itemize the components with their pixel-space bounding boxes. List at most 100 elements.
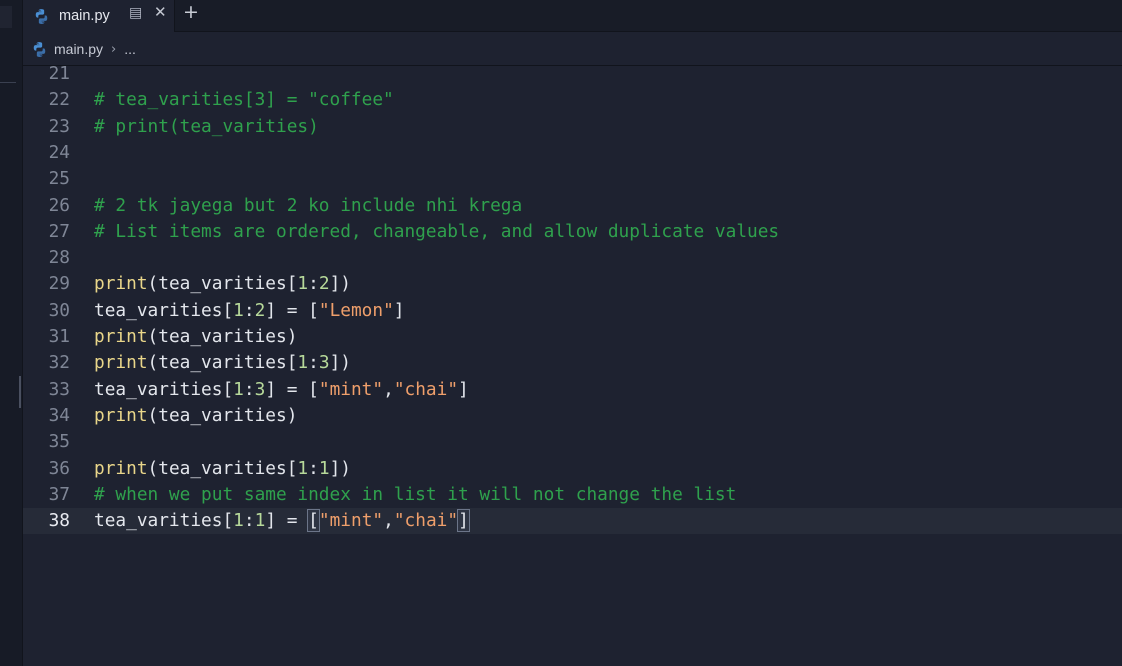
string-token: "Lemon" (318, 299, 394, 321)
code-text: # List items are ordered, changeable, an… (94, 219, 779, 245)
code-line[interactable]: 24 (23, 140, 1122, 166)
comment-token: # 2 tk jayega but 2 ko include nhi krega (94, 194, 523, 216)
python-icon (33, 41, 46, 57)
line-number: 25 (48, 168, 70, 190)
line-number: 35 (48, 431, 70, 453)
matched-bracket: ] (457, 509, 470, 533)
line-number: 29 (48, 273, 70, 295)
tab-main-py[interactable]: main.py ▤ ✕ (23, 0, 175, 32)
comment-token: # print(tea_varities) (94, 115, 319, 137)
code-line[interactable]: 31 print(tea_varities) (23, 324, 1122, 350)
code-token: ] = [ (265, 299, 319, 321)
code-token: ] (393, 299, 405, 321)
close-icon[interactable]: ✕ (154, 3, 167, 21)
code-token: : (308, 273, 319, 295)
code-text: print(tea_varities[1:3]) (94, 350, 351, 376)
line-number: 21 (48, 63, 70, 84)
python-icon (35, 8, 48, 24)
function-token: print (94, 457, 148, 479)
code-line[interactable]: 22 # tea_varities[3] = "coffee" (23, 87, 1122, 113)
number-token: 1 (297, 352, 309, 374)
number-token: 1 (233, 378, 244, 400)
code-editor[interactable]: 21 22 # tea_varities[3] = "coffee" 23 # prin… (23, 61, 1122, 666)
code-text: print(tea_varities) (94, 324, 297, 350)
preview-icon[interactable]: ▤ (129, 5, 142, 21)
number-token: 3 (318, 352, 330, 374)
code-token: (tea_varities[ (147, 352, 298, 374)
comment-token: # tea_varities[3] = "coffee" (94, 89, 394, 111)
code-line[interactable]: 30 tea_varities[1:2] = ["Lemon"] (23, 298, 1122, 324)
code-text: tea_varities[1:1] = ["mint","chai"] (94, 508, 470, 534)
code-line[interactable]: 35 (23, 429, 1122, 455)
code-token: : (243, 378, 255, 400)
breadcrumb-more[interactable]: ... (124, 41, 136, 57)
line-number: 26 (48, 194, 70, 216)
number-token: 3 (254, 378, 266, 400)
line-number: 36 (48, 457, 70, 479)
code-line[interactable]: 27 # List items are ordered, changeable, … (23, 219, 1122, 245)
string-token: "mint" (318, 378, 384, 400)
function-token: print (94, 273, 148, 295)
number-token: 1 (318, 457, 330, 479)
code-line[interactable]: 23 # print(tea_varities) (23, 114, 1122, 140)
code-token: (tea_varities) (147, 326, 298, 347)
new-tab-icon[interactable]: + (183, 1, 199, 23)
code-token: : (243, 299, 255, 321)
line-number: 37 (48, 483, 70, 505)
code-token: (tea_varities) (147, 404, 298, 426)
code-token: (tea_varities[ (147, 273, 298, 295)
code-text: # when we put same index in list it will… (94, 482, 736, 508)
number-token: 1 (254, 510, 266, 532)
sash-handle[interactable] (19, 376, 21, 408)
code-text: print(tea_varities) (94, 403, 297, 429)
code-line[interactable]: 21 (23, 61, 1122, 87)
code-token: : (308, 457, 319, 479)
code-line[interactable]: 34 print(tea_varities) (23, 403, 1122, 429)
code-text: print(tea_varities[1:1]) (94, 456, 351, 482)
line-number: 33 (48, 378, 70, 400)
matched-bracket: [ (307, 509, 320, 533)
function-token: print (94, 352, 148, 374)
code-text: tea_varities[1:2] = ["Lemon"] (94, 298, 405, 324)
line-number: 27 (48, 220, 70, 242)
activity-divider (0, 82, 16, 83)
line-number: 28 (48, 247, 70, 269)
breadcrumb-file[interactable]: main.py (54, 41, 103, 57)
code-token: , (383, 510, 394, 532)
code-line[interactable]: 38 tea_varities[1:1] = ["mint","chai"] (23, 508, 1122, 535)
code-line[interactable]: 28 (23, 245, 1122, 271)
code-line[interactable]: 26 # 2 tk jayega but 2 ko include nhi kre… (23, 193, 1122, 219)
line-number: 24 (48, 141, 70, 163)
function-token: print (94, 326, 148, 347)
code-line[interactable]: 25 (23, 166, 1122, 192)
code-text: tea_varities[1:3] = ["mint","chai"] (94, 377, 469, 403)
code-line[interactable]: 32 print(tea_varities[1:3]) (23, 350, 1122, 376)
line-number: 23 (48, 115, 70, 137)
code-line[interactable]: 33 tea_varities[1:3] = ["mint","chai"] (23, 377, 1122, 403)
number-token: 1 (297, 273, 309, 295)
code-token: tea_varities[ (94, 510, 234, 532)
number-token: 2 (318, 273, 330, 295)
code-line[interactable]: 36 print(tea_varities[1:1]) (23, 456, 1122, 482)
string-token: "chai" (393, 510, 459, 532)
code-token: ]) (329, 273, 351, 295)
comment-token: # List items are ordered, changeable, an… (94, 220, 780, 242)
line-number: 30 (48, 299, 70, 321)
code-text: # 2 tk jayega but 2 ko include nhi krega (94, 193, 522, 219)
code-text: print(tea_varities[1:2]) (94, 271, 351, 297)
code-token: tea_varities[ (94, 378, 234, 400)
tab-label: main.py (59, 8, 110, 24)
code-token: : (243, 510, 255, 532)
number-token: 1 (233, 510, 244, 532)
line-number: 31 (48, 326, 70, 347)
comment-token: # when we put same index in list it will… (94, 483, 737, 505)
number-token: 2 (254, 299, 266, 321)
chevron-right-icon: › (111, 41, 117, 57)
code-line[interactable]: 29 print(tea_varities[1:2]) (23, 271, 1122, 297)
activity-strip (0, 0, 23, 666)
code-token: ] (458, 378, 469, 400)
code-token: ]) (329, 352, 351, 374)
line-number: 38 (48, 510, 70, 532)
number-token: 1 (297, 457, 309, 479)
code-line[interactable]: 37 # when we put same index in list it wi… (23, 482, 1122, 508)
